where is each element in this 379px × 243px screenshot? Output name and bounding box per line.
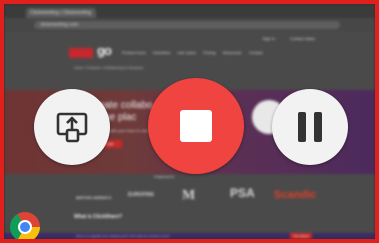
brand-logo: M — [182, 188, 196, 203]
top-link: Contact Sales — [290, 36, 315, 41]
nav-item: Resources — [222, 50, 242, 55]
cookie-text: Drive in to upgrade your meeting room? L… — [76, 234, 170, 238]
brand-logo: Scandic — [274, 189, 317, 201]
url-field: clickmeeting.com — [34, 21, 340, 29]
address-bar: clickmeeting.com — [4, 18, 375, 32]
brand-logos: BRITISH AIRWAYS EUROFINS M PSA Scandic — [4, 183, 375, 213]
share-screen-icon — [56, 112, 88, 143]
site-logo-mark — [69, 48, 93, 58]
site-logo: go — [97, 43, 112, 58]
brand-logo: PSA — [230, 186, 255, 200]
cookie-bar: Drive in to upgrade your meeting room? L… — [4, 233, 375, 239]
pause-button[interactable] — [272, 89, 348, 165]
site-nav: Product tours Industries Use cases Prici… — [122, 50, 269, 55]
browser-tab-bar: Clickmeeting | Clickmeeting — [4, 4, 375, 18]
cookie-button: Get started — [290, 233, 312, 239]
chrome-icon — [10, 212, 40, 239]
breadcrumb: Home / Products / ClickMeeting for Busin… — [74, 66, 144, 70]
nav-item: Use cases — [177, 50, 197, 55]
stop-recording-button[interactable] — [148, 78, 244, 174]
top-link: Sign In — [262, 36, 275, 41]
nav-item: Pricing — [203, 50, 216, 55]
nav-item: Product tours — [122, 50, 146, 55]
stop-icon — [180, 110, 212, 142]
browser-tab: Clickmeeting | Clickmeeting — [26, 8, 96, 18]
brand-logo: EUROFINS — [128, 192, 154, 198]
nav-item: Contact — [248, 50, 263, 55]
share-screen-button[interactable] — [34, 89, 110, 165]
section-heading: What is ClickShare? — [74, 214, 123, 220]
brand-logo: BRITISH AIRWAYS — [76, 195, 112, 200]
top-links: Sign In Contact Sales — [249, 36, 315, 41]
tab-title: Clickmeeting | Clickmeeting — [30, 10, 92, 16]
featured-label: Featured in — [154, 174, 175, 179]
nav-item: Industries — [152, 50, 171, 55]
pause-icon — [298, 112, 322, 142]
